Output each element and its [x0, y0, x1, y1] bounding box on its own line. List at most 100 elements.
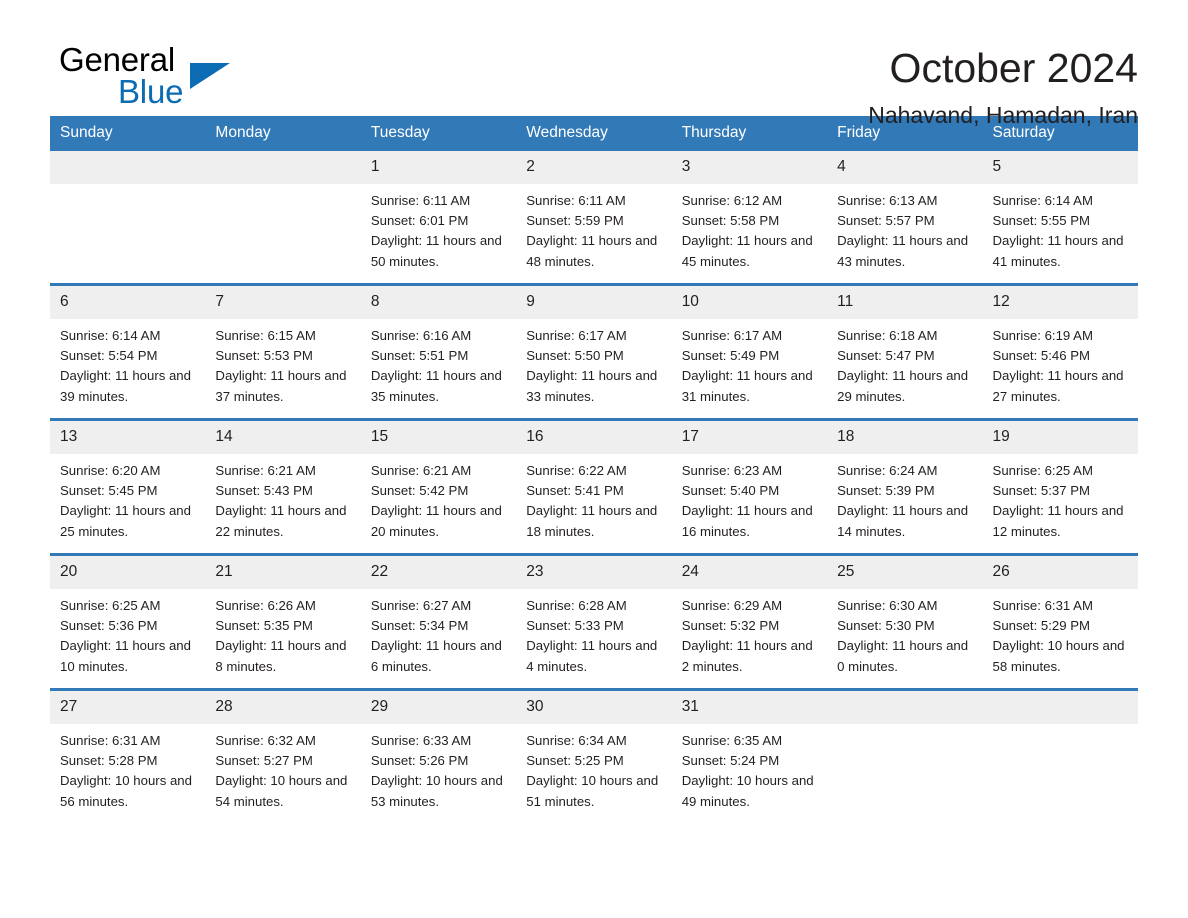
- sunrise-text: Sunrise: 6:17 AM: [681, 328, 783, 343]
- daylight-text: Daylight: 11 hours and 14 minutes.: [837, 503, 969, 539]
- daylight-text: Daylight: 11 hours and 27 minutes.: [992, 368, 1124, 404]
- sunset-text: Sunset: 5:58 PM: [681, 213, 780, 229]
- sunset-text: Sunset: 5:26 PM: [370, 753, 469, 769]
- day-number: 31: [671, 691, 828, 724]
- calendar-day-cell[interactable]: 8 Sunrise: 6:16 AM Sunset: 5:51 PM Daylight…: [360, 283, 517, 420]
- day-number: 29: [360, 691, 517, 724]
- calendar-day-cell[interactable]: 30 Sunrise: 6:34 AM Sunset: 5:25 PM Dayligh…: [516, 688, 672, 823]
- daylight-text: Daylight: 11 hours and 12 minutes.: [992, 503, 1124, 539]
- calendar-day-cell[interactable]: 12 Sunrise: 6:19 AM Sunset: 5:46 PM Dayligh…: [982, 283, 1138, 420]
- sunset-text: Sunset: 5:51 PM: [370, 348, 469, 364]
- daylight-text: Daylight: 11 hours and 10 minutes.: [60, 638, 191, 674]
- calendar-day-cell[interactable]: 14 Sunrise: 6:21 AM Sunset: 5:43 PM Dayligh…: [205, 418, 361, 555]
- calendar-week-row: 27 Sunrise: 6:31 AM Sunset: 5:28 PM Dayligh…: [50, 688, 1138, 823]
- day-number: 6: [50, 286, 206, 319]
- general-blue-logo[interactable]: General Blue: [50, 42, 250, 122]
- daylight-text: Daylight: 11 hours and 0 minutes.: [837, 638, 969, 674]
- calendar-day-cell[interactable]: 29 Sunrise: 6:33 AM Sunset: 5:26 PM Dayligh…: [360, 688, 517, 823]
- sunset-text: Sunset: 5:55 PM: [992, 213, 1091, 229]
- day-sun-info: Sunrise: 6:28 AM Sunset: 5:33 PM Daylight:…: [516, 589, 671, 677]
- daylight-text: Daylight: 11 hours and 6 minutes.: [370, 638, 502, 674]
- sunset-text: Sunset: 5:34 PM: [370, 618, 469, 634]
- calendar-cell-empty: [205, 151, 361, 285]
- day-number: 17: [671, 421, 828, 454]
- calendar-day-cell[interactable]: 2 Sunrise: 6:11 AM Sunset: 5:59 PM Daylight…: [516, 151, 672, 285]
- day-number: 11: [827, 286, 983, 319]
- daylight-text: Daylight: 11 hours and 41 minutes.: [992, 233, 1124, 269]
- calendar-day-cell[interactable]: 21 Sunrise: 6:26 AM Sunset: 5:35 PM Dayligh…: [205, 553, 361, 690]
- sunrise-text: Sunrise: 6:20 AM: [60, 463, 161, 478]
- daylight-text: Daylight: 11 hours and 50 minutes.: [370, 233, 502, 269]
- day-number: 19: [982, 421, 1138, 454]
- calendar-week-row: 13 Sunrise: 6:20 AM Sunset: 5:45 PM Dayligh…: [50, 418, 1138, 555]
- sunset-text: Sunset: 5:42 PM: [370, 483, 469, 499]
- calendar-day-cell[interactable]: 20 Sunrise: 6:25 AM Sunset: 5:36 PM Dayligh…: [50, 553, 206, 690]
- sunrise-text: Sunrise: 6:14 AM: [992, 193, 1093, 208]
- sunset-text: Sunset: 5:47 PM: [837, 348, 935, 364]
- sunrise-text: Sunrise: 6:30 AM: [837, 598, 938, 613]
- day-sun-info: Sunrise: 6:34 AM Sunset: 5:25 PM Daylight:…: [516, 724, 671, 812]
- day-sun-info: Sunrise: 6:17 AM Sunset: 5:49 PM Daylight:…: [672, 319, 827, 407]
- calendar-day-cell[interactable]: 16 Sunrise: 6:22 AM Sunset: 5:41 PM Dayligh…: [516, 418, 672, 555]
- daylight-text: Daylight: 10 hours and 53 minutes.: [370, 773, 503, 809]
- calendar-day-cell[interactable]: 10 Sunrise: 6:17 AM Sunset: 5:49 PM Dayligh…: [671, 283, 828, 420]
- calendar-day-cell[interactable]: 6 Sunrise: 6:14 AM Sunset: 5:54 PM Daylight…: [50, 283, 206, 420]
- daylight-text: Daylight: 11 hours and 33 minutes.: [526, 368, 658, 404]
- calendar-cell-empty: [827, 688, 983, 823]
- day-sun-info: Sunrise: 6:27 AM Sunset: 5:34 PM Daylight:…: [361, 589, 516, 677]
- daylight-text: Daylight: 11 hours and 22 minutes.: [215, 503, 347, 539]
- sunset-text: Sunset: 5:53 PM: [215, 348, 313, 364]
- calendar-day-cell[interactable]: 1 Sunrise: 6:11 AM Sunset: 6:01 PM Daylight…: [360, 151, 517, 285]
- calendar-day-cell[interactable]: 26 Sunrise: 6:31 AM Sunset: 5:29 PM Dayligh…: [982, 553, 1138, 690]
- daylight-text: Daylight: 11 hours and 18 minutes.: [526, 503, 658, 539]
- calendar-day-cell[interactable]: 5 Sunrise: 6:14 AM Sunset: 5:55 PM Daylight…: [982, 151, 1138, 285]
- sunrise-text: Sunrise: 6:11 AM: [370, 193, 471, 208]
- calendar-day-cell[interactable]: 3 Sunrise: 6:12 AM Sunset: 5:58 PM Daylight…: [671, 151, 828, 285]
- day-sun-info: Sunrise: 6:31 AM Sunset: 5:29 PM Daylight:…: [983, 589, 1138, 677]
- calendar-day-cell[interactable]: 13 Sunrise: 6:20 AM Sunset: 5:45 PM Dayligh…: [50, 418, 206, 555]
- calendar-week-row: 1 Sunrise: 6:11 AM Sunset: 6:01 PM Daylight…: [50, 151, 1138, 285]
- daylight-text: Daylight: 11 hours and 35 minutes.: [370, 368, 502, 404]
- calendar-day-cell[interactable]: 23 Sunrise: 6:28 AM Sunset: 5:33 PM Dayligh…: [516, 553, 672, 690]
- calendar-day-cell[interactable]: 19 Sunrise: 6:25 AM Sunset: 5:37 PM Dayligh…: [982, 418, 1138, 555]
- day-number: 8: [360, 286, 517, 319]
- calendar-day-cell[interactable]: 31 Sunrise: 6:35 AM Sunset: 5:24 PM Dayligh…: [671, 688, 828, 823]
- sunset-text: Sunset: 5:29 PM: [992, 618, 1091, 634]
- day-number: 22: [360, 556, 517, 589]
- day-number: 14: [205, 421, 361, 454]
- day-sun-info: Sunrise: 6:14 AM Sunset: 5:54 PM Daylight:…: [50, 319, 205, 407]
- sunset-text: Sunset: 5:39 PM: [837, 483, 935, 499]
- logo-text-blue: Blue: [118, 73, 184, 110]
- sunset-text: Sunset: 5:43 PM: [215, 483, 313, 499]
- calendar-day-cell[interactable]: 28 Sunrise: 6:32 AM Sunset: 5:27 PM Dayligh…: [205, 688, 361, 823]
- calendar-day-cell[interactable]: 7 Sunrise: 6:15 AM Sunset: 5:53 PM Daylight…: [205, 283, 361, 420]
- day-sun-info: Sunrise: 6:21 AM Sunset: 5:43 PM Daylight:…: [205, 454, 360, 542]
- sunrise-sunset-calendar: Sunday Monday Tuesday Wednesday Thursday…: [50, 116, 1138, 823]
- calendar-day-cell[interactable]: 27 Sunrise: 6:31 AM Sunset: 5:28 PM Dayligh…: [50, 688, 206, 823]
- calendar-day-cell[interactable]: 22 Sunrise: 6:27 AM Sunset: 5:34 PM Dayligh…: [360, 553, 517, 690]
- calendar-day-cell[interactable]: 24 Sunrise: 6:29 AM Sunset: 5:32 PM Dayligh…: [671, 553, 828, 690]
- calendar-day-cell[interactable]: 15 Sunrise: 6:21 AM Sunset: 5:42 PM Dayligh…: [360, 418, 517, 555]
- day-number: 2: [516, 151, 672, 184]
- sunrise-text: Sunrise: 6:18 AM: [837, 328, 938, 343]
- calendar-day-cell[interactable]: 11 Sunrise: 6:18 AM Sunset: 5:47 PM Dayligh…: [827, 283, 983, 420]
- sunset-text: Sunset: 5:49 PM: [681, 348, 780, 364]
- calendar-day-cell[interactable]: 18 Sunrise: 6:24 AM Sunset: 5:39 PM Dayligh…: [827, 418, 983, 555]
- calendar-day-cell[interactable]: 9 Sunrise: 6:17 AM Sunset: 5:50 PM Daylight…: [516, 283, 672, 420]
- day-number: [205, 151, 361, 184]
- calendar-day-cell[interactable]: 4 Sunrise: 6:13 AM Sunset: 5:57 PM Daylight…: [827, 151, 983, 285]
- sunset-text: Sunset: 5:50 PM: [526, 348, 624, 364]
- day-sun-info: Sunrise: 6:18 AM Sunset: 5:47 PM Daylight:…: [827, 319, 982, 407]
- calendar-day-cell[interactable]: 25 Sunrise: 6:30 AM Sunset: 5:30 PM Dayligh…: [827, 553, 983, 690]
- weekday-header-wednesday: Wednesday: [516, 116, 672, 151]
- day-number: 3: [671, 151, 828, 184]
- calendar-day-cell[interactable]: 17 Sunrise: 6:23 AM Sunset: 5:40 PM Dayligh…: [671, 418, 828, 555]
- daylight-text: Daylight: 11 hours and 25 minutes.: [60, 503, 191, 539]
- day-sun-info: Sunrise: 6:25 AM Sunset: 5:36 PM Daylight:…: [50, 589, 205, 677]
- day-number: 1: [360, 151, 517, 184]
- day-number: 18: [827, 421, 983, 454]
- sunrise-text: Sunrise: 6:19 AM: [992, 328, 1093, 343]
- sunset-text: Sunset: 5:30 PM: [837, 618, 935, 634]
- sunset-text: Sunset: 5:41 PM: [526, 483, 624, 499]
- daylight-text: Daylight: 11 hours and 48 minutes.: [526, 233, 658, 269]
